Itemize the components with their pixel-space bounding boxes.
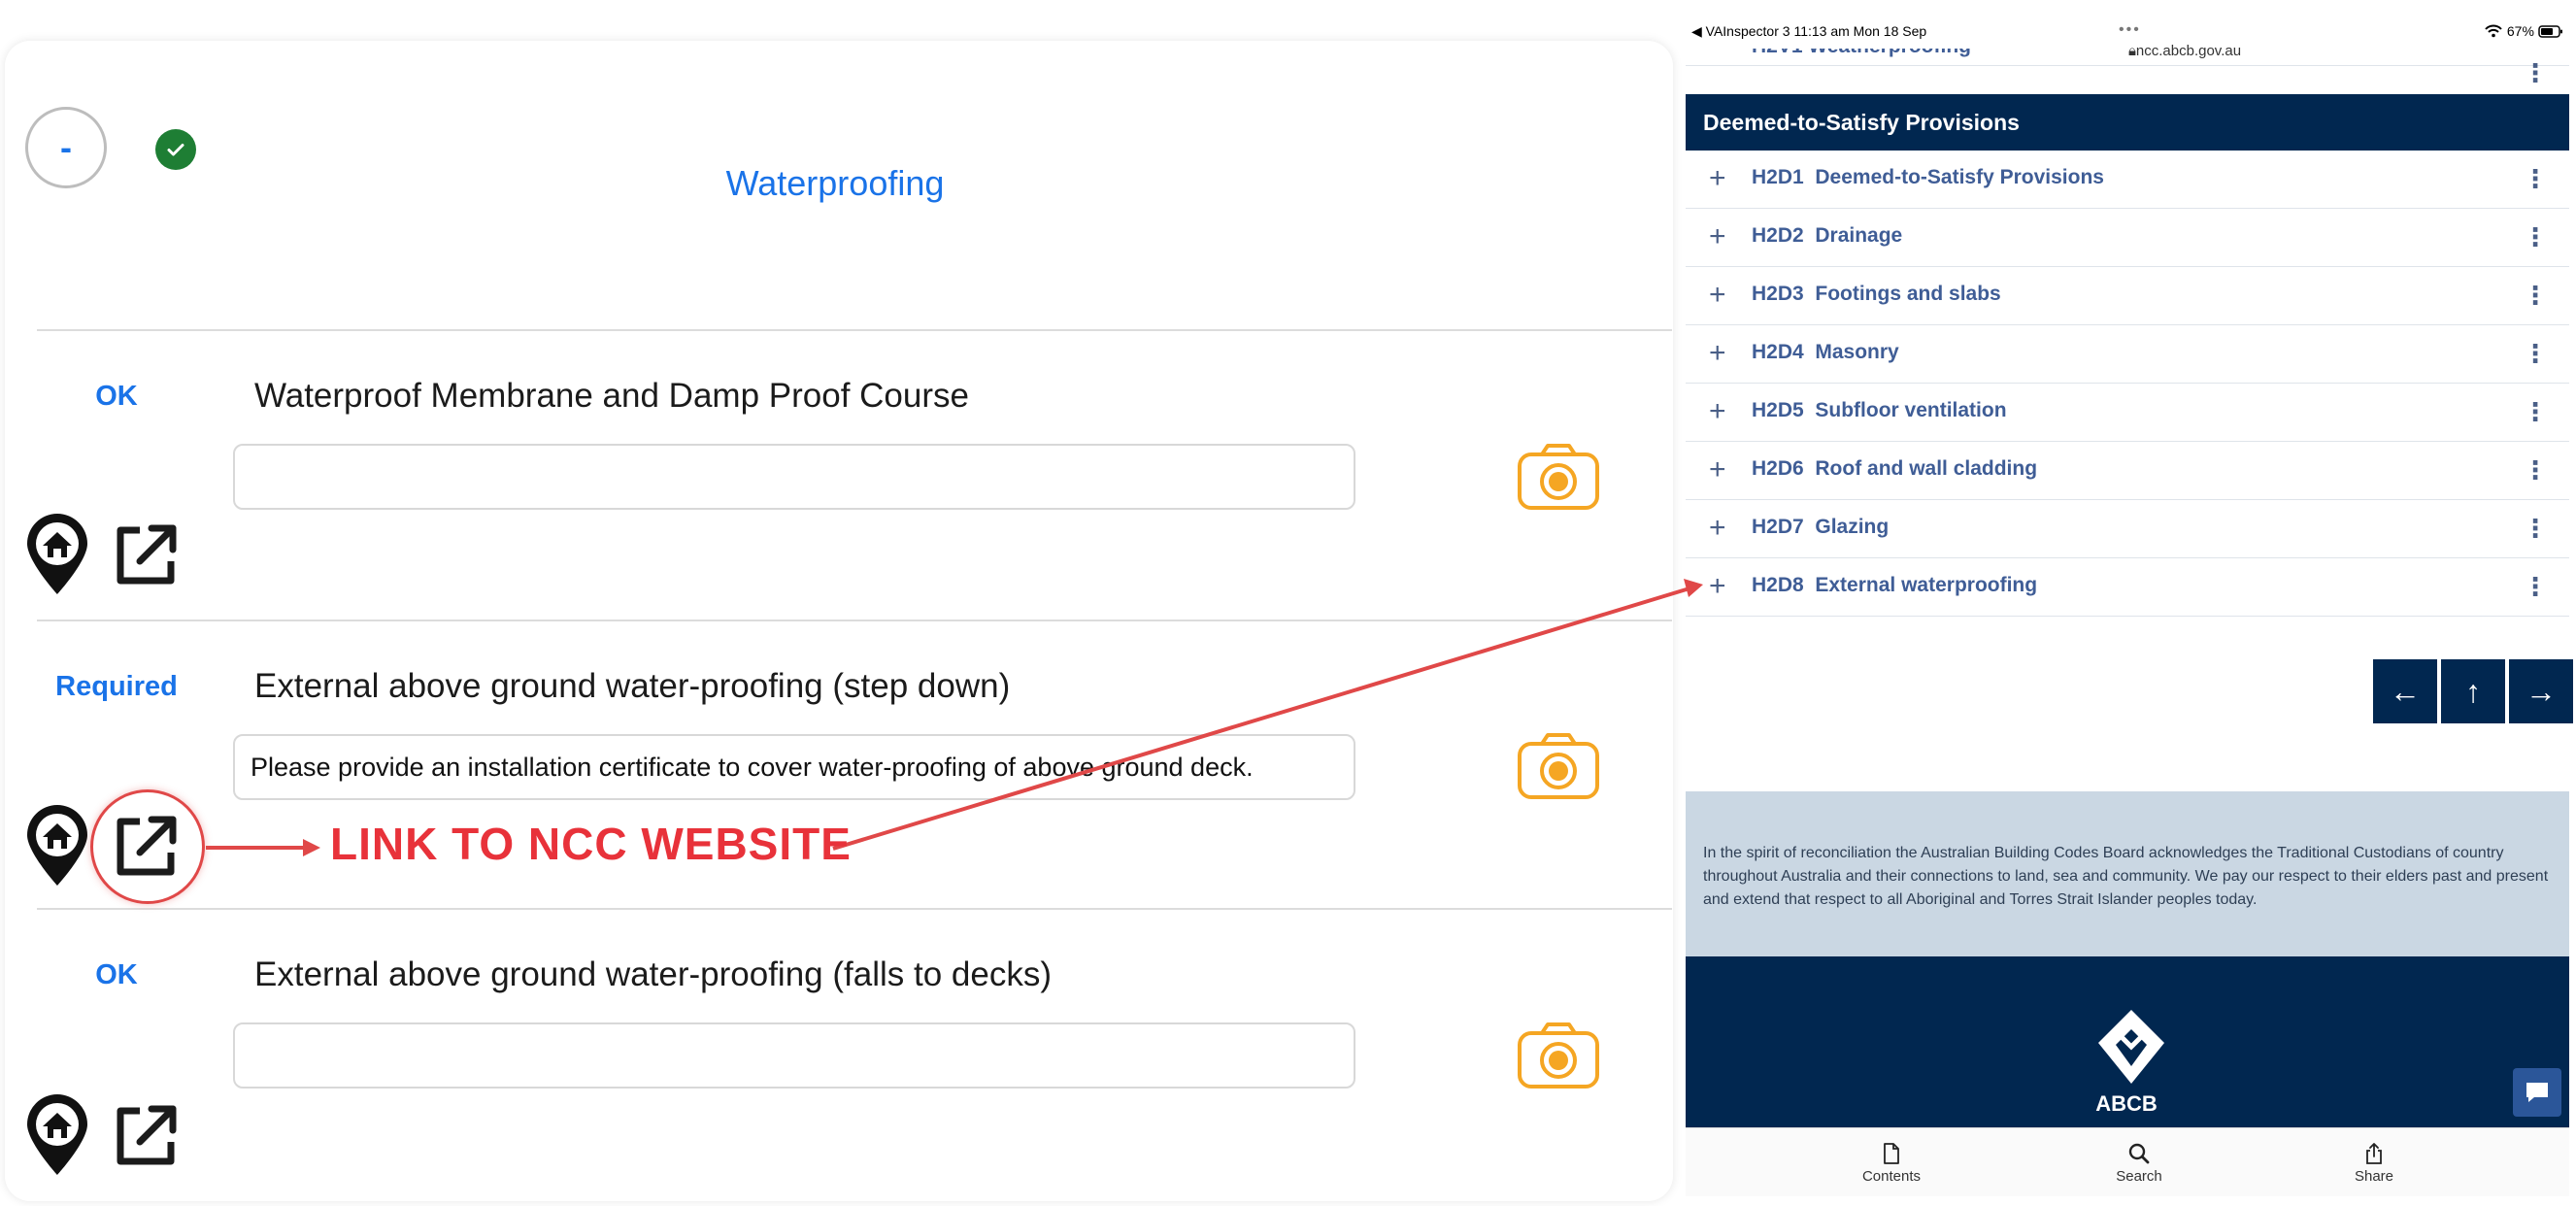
battery-percent: 67% [2506,23,2534,39]
list-item[interactable]: + H2D3 Footings and slabs ⋮ [1686,267,2569,325]
multitask-dots[interactable]: ••• [2119,21,2141,39]
tab-share[interactable]: Share [2316,1143,2432,1185]
document-icon [1884,1143,1899,1164]
tab-label: Search [2116,1168,2162,1185]
row-label[interactable]: H2D1 Deemed-to-Satisfy Provisions [1752,166,2104,189]
scroll-top-button[interactable]: ↑ [2441,659,2505,723]
plus-icon[interactable]: + [1709,572,1726,601]
list-item[interactable]: + H2D6 Roof and wall cladding ⋮ [1686,442,2569,500]
kebab-menu-icon[interactable]: ⋮ [2523,279,2548,312]
row-label[interactable]: H2D3 Footings and slabs [1752,283,2001,306]
next-page-button[interactable]: → [2509,659,2573,723]
partial-list-row[interactable]: H2V1 Weatherproofing [1686,49,2569,66]
tab-search[interactable]: Search [2081,1143,2197,1185]
prev-page-button[interactable]: ← [2373,659,2437,723]
kebab-menu-icon[interactable]: ⋮ [2523,60,2548,85]
row-label[interactable]: H2D5 Subfloor ventilation [1752,399,2007,422]
tab-contents[interactable]: Contents [1833,1143,1950,1185]
row-label[interactable]: H2D6 Roof and wall cladding [1752,457,2037,481]
list-item[interactable]: + H2D2 Drainage ⋮ [1686,209,2569,267]
kebab-menu-icon[interactable]: ⋮ [2523,162,2548,195]
acknowledgement-text: In the spirit of reconciliation the Aust… [1686,791,2569,956]
search-icon [2128,1143,2150,1164]
list-item[interactable]: + H2D1 Deemed-to-Satisfy Provisions ⋮ [1686,151,2569,209]
row-label: H2V1 Weatherproofing [1752,49,1971,58]
row-label[interactable]: H2D4 Masonry [1752,341,1899,364]
kebab-menu-icon[interactable]: ⋮ [2523,512,2548,545]
row-label[interactable]: H2D2 Drainage [1752,224,1902,248]
kebab-menu-icon[interactable]: ⋮ [2523,570,2548,603]
kebab-menu-icon[interactable]: ⋮ [2523,220,2548,253]
row-label[interactable]: H2D8 External waterproofing [1752,574,2037,597]
battery-status: 67% [2484,23,2563,39]
list-item[interactable]: + H2D5 Subfloor ventilation ⋮ [1686,384,2569,442]
kebab-menu-icon[interactable]: ⋮ [2523,395,2548,428]
plus-icon[interactable]: + [1709,222,1726,251]
list-item[interactable]: + H2D7 Glazing ⋮ [1686,500,2569,558]
plus-icon[interactable]: + [1709,164,1726,193]
section-header: Deemed-to-Satisfy Provisions [1686,94,2569,151]
share-icon [2366,1143,2382,1164]
plus-icon[interactable]: + [1709,339,1726,368]
kebab-menu-icon[interactable]: ⋮ [2523,337,2548,370]
list-item[interactable]: + H2D8 External waterproofing ⋮ [1686,558,2569,617]
battery-icon [2538,25,2562,38]
plus-icon[interactable]: + [1709,397,1726,426]
plus-icon[interactable]: + [1709,281,1726,310]
abcb-logo-icon[interactable] [2096,1008,2166,1090]
plus-icon[interactable]: + [1709,514,1726,543]
kebab-menu-icon[interactable]: ⋮ [2523,453,2548,486]
chat-icon[interactable] [2513,1068,2561,1117]
status-bar-app-time: ◀ VAInspector 3 11:13 am Mon 18 Sep [1691,23,1927,39]
list-item[interactable]: + H2D4 Masonry ⋮ [1686,325,2569,384]
tab-label: Share [2354,1168,2394,1185]
plus-icon[interactable]: + [1709,455,1726,485]
row-label[interactable]: H2D7 Glazing [1752,516,1889,539]
annotation-label: LINK TO NCC WEBSITE [330,819,852,869]
wifi-icon [2485,24,2502,38]
tab-label: Contents [1861,1168,1922,1185]
abcb-logo-text: ABCB [2095,1091,2158,1116]
